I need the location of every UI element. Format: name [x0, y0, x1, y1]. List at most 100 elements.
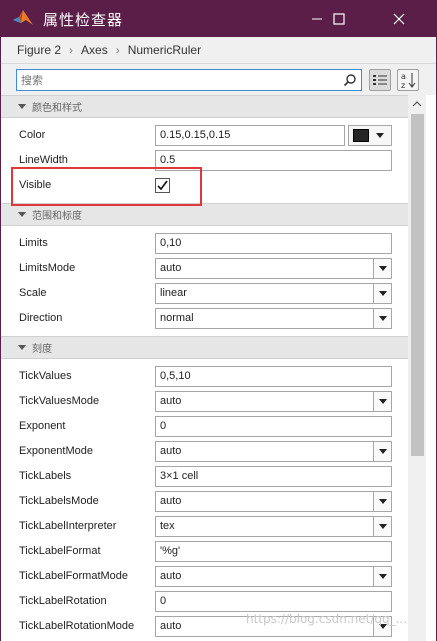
- chevron-right-icon: ›: [69, 43, 74, 57]
- dropdown-value: auto: [160, 445, 182, 457]
- scrollbar-thumb[interactable]: [411, 114, 424, 456]
- chevron-down-icon: [378, 449, 387, 454]
- close-icon: [393, 13, 405, 24]
- property-row-exponent: Exponent 0: [1, 414, 408, 439]
- property-row-scale: Scale linear: [1, 281, 408, 306]
- dropdown-value: auto: [160, 395, 182, 407]
- property-label: TickLabels: [19, 470, 72, 482]
- section-range-scale[interactable]: 范围和标度: [1, 203, 408, 226]
- svg-text:a: a: [401, 72, 406, 81]
- tickvalues-field[interactable]: 0,5,10: [155, 366, 392, 387]
- scroll-up-arrow-icon[interactable]: [410, 97, 424, 111]
- dropdown-button[interactable]: [373, 492, 391, 511]
- title-bar[interactable]: 属性检查器: [0, 0, 437, 37]
- property-label: TickLabelFormat: [19, 545, 101, 557]
- toolbar: a z: [1, 64, 436, 95]
- property-label: ExponentMode: [19, 445, 93, 457]
- dropdown-value: auto: [160, 620, 182, 632]
- dropdown-button[interactable]: [373, 442, 391, 461]
- chevron-down-icon: [378, 524, 387, 529]
- property-label: TickLabelInterpreter: [19, 520, 117, 532]
- property-row-ticklabels: TickLabels 3×1 cell: [1, 464, 408, 489]
- list-icon: [373, 75, 387, 85]
- watermark-text: https://blog.csdn.net/qq_...: [246, 612, 408, 626]
- color-picker-button[interactable]: [348, 125, 392, 146]
- property-row-ticklabelinterpreter: TickLabelInterpreter tex: [1, 514, 408, 539]
- property-row-ticklabelsmode: TickLabelsMode auto: [1, 489, 408, 514]
- property-label: Scale: [19, 287, 47, 299]
- dropdown-button[interactable]: [373, 309, 391, 328]
- property-label: LimitsMode: [19, 262, 76, 274]
- maximize-button[interactable]: [317, 0, 361, 37]
- ticklabels-field[interactable]: 3×1 cell: [155, 466, 392, 487]
- search-icon[interactable]: [343, 73, 357, 87]
- dropdown-value: auto: [160, 262, 182, 274]
- tickvaluesmode-dropdown[interactable]: auto: [155, 391, 392, 412]
- caret-down-icon: [18, 104, 26, 109]
- group-view-button[interactable]: [369, 69, 391, 91]
- maximize-icon: [333, 12, 345, 25]
- exponentmode-dropdown[interactable]: auto: [155, 441, 392, 462]
- matlab-logo-icon: [13, 10, 33, 25]
- ticklabelformat-field[interactable]: '%g': [155, 541, 392, 562]
- property-label: TickLabelFormatMode: [19, 570, 129, 582]
- dropdown-button[interactable]: [373, 284, 391, 303]
- dropdown-button[interactable]: [373, 392, 391, 411]
- property-label: Limits: [19, 237, 48, 249]
- dropdown-button[interactable]: [373, 259, 391, 278]
- property-row-ticklabelformatmode: TickLabelFormatMode auto: [1, 564, 408, 589]
- breadcrumb: Figure 2 › Axes › NumericRuler: [1, 37, 436, 64]
- sort-az-icon: a z: [401, 72, 416, 89]
- ticklabelrotation-field[interactable]: 0: [155, 591, 392, 612]
- breadcrumb-numericruler[interactable]: NumericRuler: [128, 43, 201, 57]
- limitsmode-dropdown[interactable]: auto: [155, 258, 392, 279]
- property-row-limitsmode: LimitsMode auto: [1, 256, 408, 281]
- chevron-down-icon: [378, 574, 387, 579]
- property-label: TickLabelsMode: [19, 495, 99, 507]
- property-label: LineWidth: [19, 154, 68, 166]
- window-title: 属性检查器: [43, 11, 124, 29]
- limits-field[interactable]: 0,10: [155, 233, 392, 254]
- breadcrumb-figure[interactable]: Figure 2: [17, 43, 61, 57]
- ticklabelinterpreter-dropdown[interactable]: tex: [155, 516, 392, 537]
- property-label: TickLabelRotation: [19, 595, 107, 607]
- breadcrumb-axes[interactable]: Axes: [81, 43, 108, 57]
- dropdown-value: tex: [160, 520, 175, 532]
- section-ticks[interactable]: 刻度: [1, 336, 408, 359]
- chevron-down-icon: [378, 266, 387, 271]
- ticklabelformatmode-dropdown[interactable]: auto: [155, 566, 392, 587]
- highlight-box: [11, 167, 202, 206]
- ticklabelsmode-dropdown[interactable]: auto: [155, 491, 392, 512]
- chevron-down-icon: [376, 133, 384, 138]
- svg-text:z: z: [401, 81, 405, 89]
- dropdown-value: auto: [160, 570, 182, 582]
- property-row-tickvalues: TickValues 0,5,10: [1, 364, 408, 389]
- section-color-style[interactable]: 颜色和样式: [1, 95, 408, 118]
- chevron-down-icon: [378, 499, 387, 504]
- property-label: TickLabelRotationMode: [19, 620, 135, 632]
- search-box[interactable]: [16, 69, 362, 91]
- direction-dropdown[interactable]: normal: [155, 308, 392, 329]
- sort-alpha-button[interactable]: a z: [397, 69, 419, 91]
- property-row-exponentmode: ExponentMode auto: [1, 439, 408, 464]
- search-input[interactable]: [21, 72, 331, 88]
- color-swatch: [353, 129, 369, 142]
- property-label: Color: [19, 129, 46, 141]
- dropdown-button[interactable]: [373, 517, 391, 536]
- chevron-down-icon: [378, 316, 387, 321]
- property-row-tickvaluesmode: TickValuesMode auto: [1, 389, 408, 414]
- property-row-ticklabelrotation: TickLabelRotation 0: [1, 589, 408, 614]
- property-label: TickValues: [19, 370, 72, 382]
- property-label: Direction: [19, 312, 63, 324]
- exponent-field[interactable]: 0: [155, 416, 392, 437]
- chevron-down-icon: [378, 399, 387, 404]
- dropdown-value: auto: [160, 495, 182, 507]
- section-title: 刻度: [32, 344, 52, 355]
- caret-down-icon: [18, 212, 26, 217]
- caret-down-icon: [18, 345, 26, 350]
- dropdown-button[interactable]: [373, 567, 391, 586]
- section-title: 颜色和样式: [32, 103, 82, 114]
- close-button[interactable]: [377, 0, 421, 37]
- color-value-field[interactable]: 0.15,0.15,0.15: [155, 125, 345, 146]
- scale-dropdown[interactable]: linear: [155, 283, 392, 304]
